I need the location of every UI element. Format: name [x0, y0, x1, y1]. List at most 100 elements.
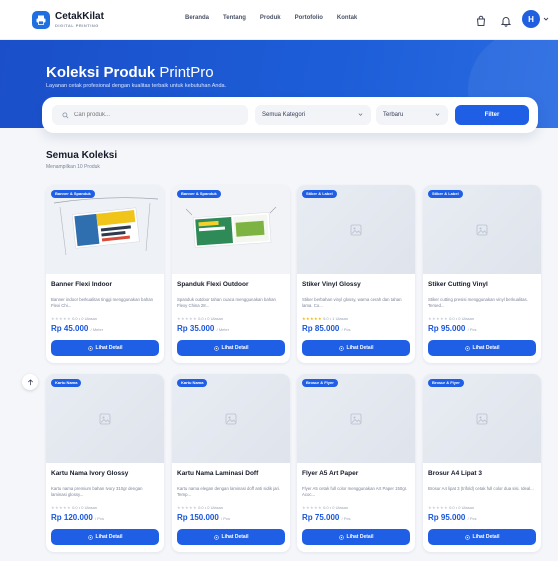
image-placeholder-icon	[225, 412, 237, 425]
view-detail-button[interactable]: Lihat Detail	[428, 529, 536, 545]
page-subtitle: Layanan cetak profesional dengan kualita…	[46, 83, 227, 89]
product-name[interactable]: Kartu Nama Ivory Glossy	[51, 470, 161, 477]
product-rating: ★★★★★ 0.0 • 0 Ulasan	[177, 316, 223, 321]
star-rating-icon: ★★★★★	[302, 505, 322, 510]
page-title: Koleksi Produk PrintPro	[46, 64, 214, 81]
product-name[interactable]: Brosur A4 Lipat 3	[428, 470, 538, 477]
star-rating-icon: ★★★★★	[51, 505, 71, 510]
category-badge: Brosur & Flyer	[302, 379, 338, 387]
nav-link-kontak[interactable]: Kontak	[337, 15, 357, 21]
view-detail-button[interactable]: Lihat Detail	[51, 340, 159, 356]
product-name[interactable]: Flyer A5 Art Paper	[302, 470, 412, 477]
user-avatar[interactable]: H	[522, 10, 540, 28]
product-rating: ★★★★★ 0.0 • 0 Ulasan	[302, 505, 348, 510]
product-description: Kartu nama premium bahan Ivory 310gr den…	[51, 486, 143, 497]
product-name[interactable]: Spanduk Flexi Outdoor	[177, 281, 287, 288]
product-image-placeholder[interactable]	[423, 374, 541, 463]
product-name[interactable]: Stiker Vinyl Glossy	[302, 281, 412, 288]
product-card[interactable]: Stiker & Label Stiker Vinyl Glossy Stiker …	[297, 185, 415, 363]
category-badge: Brosur & Flyer	[428, 379, 464, 387]
scroll-to-top-button[interactable]	[22, 374, 38, 390]
product-description: Stiker berbahan vinyl glossy, warna cera…	[302, 297, 402, 308]
search-field[interactable]	[52, 105, 248, 125]
product-image-placeholder[interactable]	[423, 185, 541, 274]
search-input[interactable]	[74, 112, 234, 118]
product-card[interactable]: Brosur & Flyer Brosur A4 Lipat 3 Brosur A4…	[423, 374, 541, 552]
category-select[interactable]: Semua Kategori	[255, 105, 371, 125]
product-price: Rp 95.000 / Pcs	[428, 324, 477, 333]
nav-link-portofolio[interactable]: Portofolio	[295, 15, 323, 21]
filter-button[interactable]: Filter	[455, 105, 529, 125]
product-price: Rp 85.000 / Pcs	[302, 324, 351, 333]
product-name[interactable]: Banner Flexi Indoor	[51, 281, 161, 288]
chevron-down-icon[interactable]	[543, 16, 549, 22]
filter-bar: Semua Kategori Terbaru Filter	[42, 97, 538, 133]
view-detail-button[interactable]: Lihat Detail	[302, 529, 410, 545]
rating-text: 0.0 • 0 Ulasan	[323, 505, 349, 510]
image-placeholder-icon	[476, 412, 488, 425]
product-card[interactable]: Banner & Spanduk Spanduk Flexi Outdoor Spa…	[172, 185, 290, 363]
product-image[interactable]	[46, 185, 164, 274]
printer-logo-icon[interactable]	[32, 11, 50, 29]
product-card[interactable]: Brosur & Flyer Flyer A5 Art Paper Flyer A5…	[297, 374, 415, 552]
product-name[interactable]: Stiker Cutting Vinyl	[428, 281, 538, 288]
product-card[interactable]: Kartu Nama Kartu Nama Laminasi Doff Kartu …	[172, 374, 290, 552]
image-placeholder-icon	[350, 223, 362, 236]
rating-text: 0.0 • 0 Ulasan	[449, 505, 475, 510]
product-image-placeholder[interactable]	[297, 185, 415, 274]
eye-icon	[213, 534, 219, 540]
chevron-down-icon	[435, 113, 440, 116]
shopping-bag-icon[interactable]	[475, 14, 487, 26]
view-detail-button[interactable]: Lihat Detail	[302, 340, 410, 356]
product-image-placeholder[interactable]	[172, 374, 290, 463]
eye-icon	[338, 534, 344, 540]
category-badge: Stiker & Label	[302, 190, 337, 198]
price-unit: / Pcs	[467, 516, 477, 521]
star-rating-icon: ★★★★★	[177, 505, 197, 510]
view-detail-button[interactable]: Lihat Detail	[177, 340, 285, 356]
product-price: Rp 120.000 / Pcs	[51, 513, 104, 522]
category-badge: Kartu Nama	[51, 379, 82, 387]
eye-icon	[338, 345, 344, 351]
product-rating: ★★★★★ 0.0 • 0 Ulasan	[51, 505, 97, 510]
nav-link-tentang[interactable]: Tentang	[223, 15, 246, 21]
rating-text: 0.0 • 0 Ulasan	[449, 316, 475, 321]
nav-link-beranda[interactable]: Beranda	[185, 15, 209, 21]
product-description: Stiker cutting presisi menggunakan vinyl…	[428, 297, 528, 308]
view-detail-button[interactable]: Lihat Detail	[177, 529, 285, 545]
nav-links: Beranda Tentang Produk Portofolio Kontak	[185, 15, 371, 21]
view-detail-button[interactable]: Lihat Detail	[51, 529, 159, 545]
product-price: Rp 45.000 / Meter	[51, 324, 104, 333]
product-description: Banner indoor berkualitas tinggi menggun…	[51, 297, 154, 308]
product-image-placeholder[interactable]	[297, 374, 415, 463]
product-card[interactable]: Kartu Nama Kartu Nama Ivory Glossy Kartu n…	[46, 374, 164, 552]
product-rating: ★★★★★ 0.0 • 0 Ulasan	[428, 505, 474, 510]
eye-icon	[87, 534, 93, 540]
product-name[interactable]: Kartu Nama Laminasi Doff	[177, 470, 287, 477]
nav-link-produk[interactable]: Produk	[260, 15, 281, 21]
eye-icon	[87, 345, 93, 351]
sort-select[interactable]: Terbaru	[376, 105, 448, 125]
price-unit: / Meter	[90, 327, 104, 332]
price-unit: / Pcs	[341, 516, 351, 521]
product-image[interactable]	[172, 185, 290, 274]
product-image-placeholder[interactable]	[46, 374, 164, 463]
price-unit: / Pcs	[341, 327, 351, 332]
bell-icon[interactable]	[500, 14, 512, 27]
rating-text: 0.0 • 0 Ulasan	[72, 316, 98, 321]
product-count: Menampilkan 10 Produk	[46, 164, 100, 170]
rating-text: 0.0 • 0 Ulasan	[198, 316, 224, 321]
view-detail-button[interactable]: Lihat Detail	[428, 340, 536, 356]
search-icon	[62, 111, 69, 118]
section-title: Semua Koleksi	[46, 150, 118, 161]
product-card[interactable]: Stiker & Label Stiker Cutting Vinyl Stiker…	[423, 185, 541, 363]
product-description: Spanduk outdoor tahan cuaca menggunakan …	[177, 297, 276, 308]
sort-select-value: Terbaru	[383, 112, 404, 118]
eye-icon	[464, 534, 470, 540]
brand-tagline: DIGITAL PRINTING	[55, 23, 99, 28]
category-badge: Stiker & Label	[428, 190, 463, 198]
brand-name[interactable]: CetakKilat	[55, 11, 104, 22]
product-description: Flyer A5 cetak full color menggunakan Ar…	[302, 486, 408, 497]
product-description: Brosur A4 lipat 3 (trifold) cetak full c…	[428, 486, 534, 491]
product-card[interactable]: Banner & Spanduk Banner Flexi Indoor Banne…	[46, 185, 164, 363]
